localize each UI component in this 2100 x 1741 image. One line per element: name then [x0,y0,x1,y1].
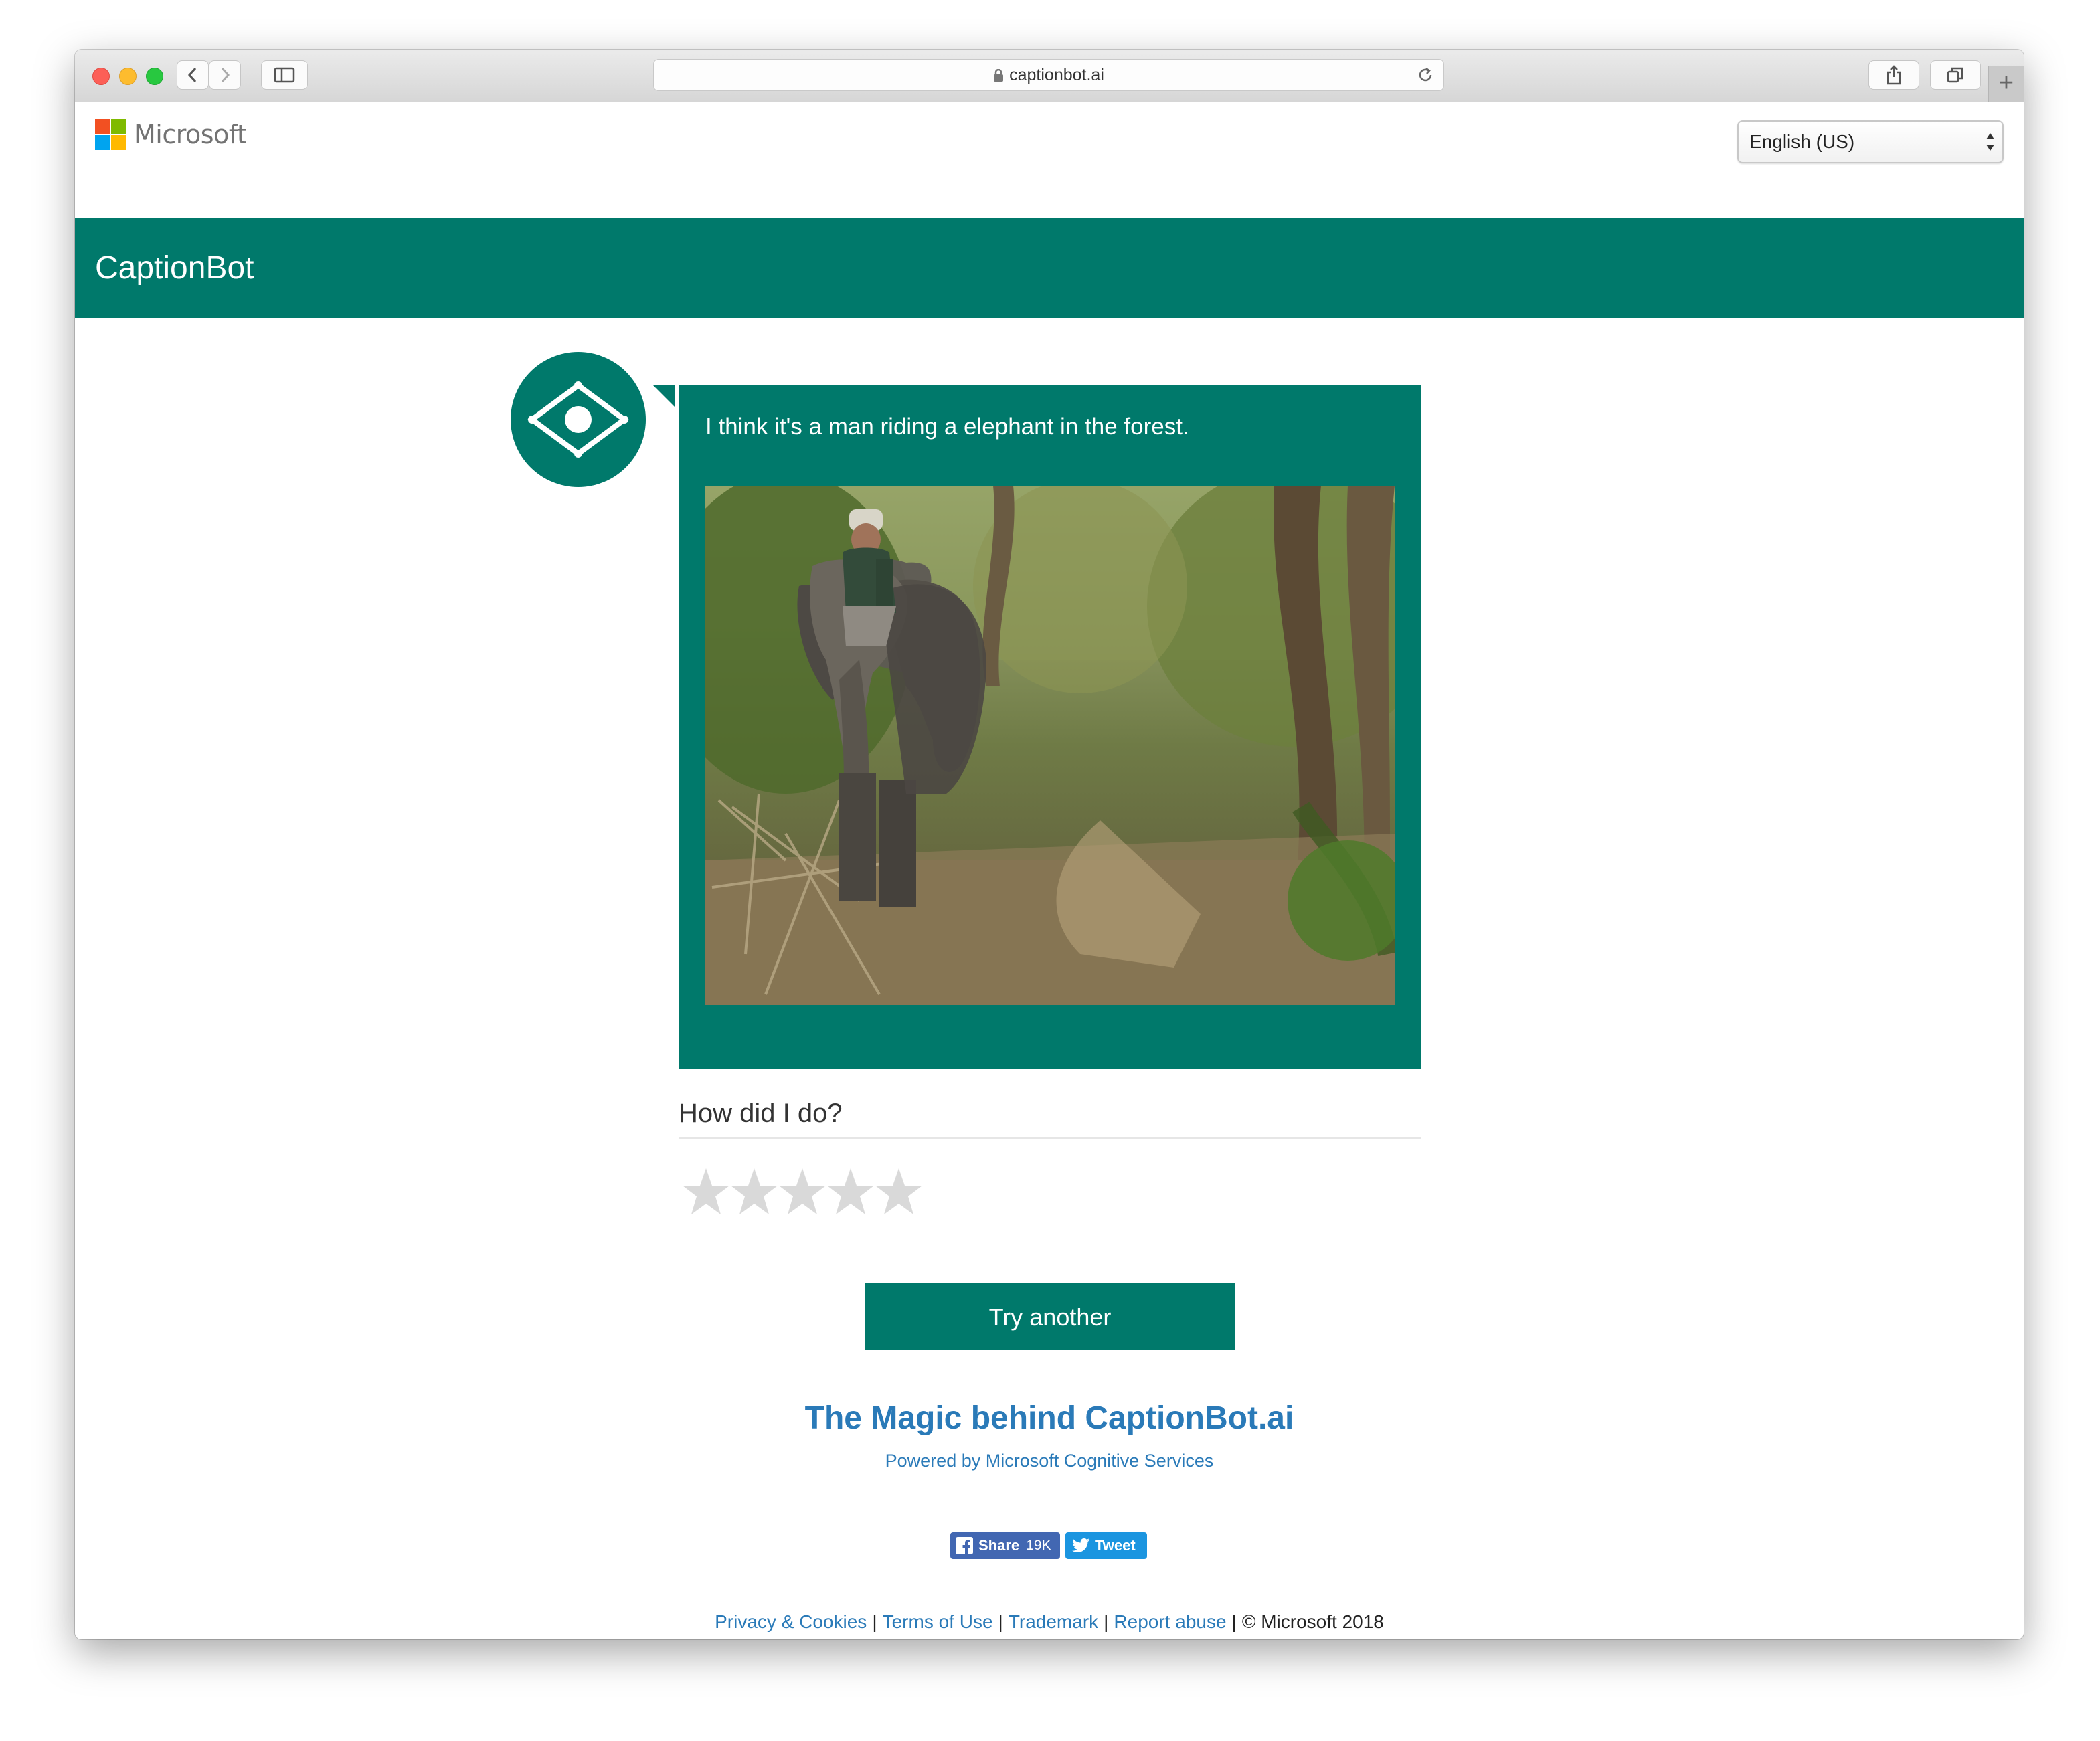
page-content: Microsoft English (US) CaptionBot I thin… [75,102,2024,1639]
magic-heading-link[interactable]: The Magic behind CaptionBot.ai [75,1400,2024,1437]
language-select[interactable]: English (US) [1737,120,2004,163]
speech-bubble-tail [653,385,675,407]
browser-toolbar: captionbot.ai + [75,50,2024,103]
chevron-left-icon [187,67,197,83]
new-tab-button[interactable]: + [1988,66,2024,102]
star-4-icon[interactable] [827,1166,874,1218]
elephant-photo-image [705,486,1395,1005]
footer-separator: | [1231,1611,1237,1632]
page-footer: Privacy & Cookies | Terms of Use | Trademark… [75,1611,2024,1633]
feedback-prompt: How did I do? [679,1099,843,1128]
footer-separator: | [872,1611,877,1632]
analyzed-photo [705,486,1395,1005]
back-button[interactable] [177,60,209,90]
tabs-overview-button[interactable] [1930,60,1981,90]
twitter-bird-icon [1072,1538,1089,1552]
try-another-button[interactable]: Try another [865,1283,1235,1350]
sidebar-toggle-button[interactable] [261,60,308,90]
facebook-share-count: 19K [1026,1538,1051,1553]
select-arrows-icon [1986,133,1994,151]
share-icon [1887,65,1901,85]
powered-by-link[interactable]: Powered by Microsoft Cognitive Services [75,1451,2024,1471]
reload-icon[interactable] [1417,66,1434,84]
app-title: CaptionBot [95,250,254,286]
facebook-icon [956,1537,973,1554]
social-share-row: Share 19K Tweet [950,1532,1147,1559]
close-window-button[interactable] [92,68,110,85]
language-selected-value: English (US) [1749,131,1855,152]
address-bar[interactable]: captionbot.ai [653,59,1444,91]
star-3-icon[interactable] [779,1166,826,1218]
lock-icon [994,69,1004,82]
copyright-text: © Microsoft 2018 [1241,1611,1384,1632]
twitter-tweet-label: Tweet [1095,1537,1136,1554]
captionbot-avatar [511,352,646,487]
caption-card: I think it's a man riding a elephant in … [679,385,1421,1069]
minimize-window-button[interactable] [119,68,137,85]
zoom-window-button[interactable] [146,68,163,85]
trademark-link[interactable]: Trademark [1009,1611,1098,1632]
sidebar-icon [274,67,295,83]
chevron-right-icon [221,67,230,83]
twitter-tweet-button[interactable]: Tweet [1065,1532,1147,1559]
rating-stars[interactable] [683,1166,924,1218]
microsoft-logo-icon [95,119,126,150]
star-1-icon[interactable] [683,1166,729,1218]
url-text: captionbot.ai [1009,66,1104,84]
star-2-icon[interactable] [731,1166,778,1218]
divider [679,1137,1421,1139]
microsoft-wordmark: Microsoft [134,120,247,149]
facebook-share-button[interactable]: Share 19K [950,1532,1060,1559]
caption-text: I think it's a man riding a elephant in … [705,414,1189,440]
forward-button[interactable] [209,60,241,90]
footer-separator: | [998,1611,1003,1632]
browser-window: captionbot.ai + Microsoft English (US) C… [75,50,2024,1639]
footer-separator: | [1104,1611,1109,1632]
facebook-share-label: Share [978,1537,1020,1554]
star-5-icon[interactable] [875,1166,922,1218]
terms-of-use-link[interactable]: Terms of Use [883,1611,993,1632]
tabs-icon [1947,67,1963,83]
report-abuse-link[interactable]: Report abuse [1114,1611,1226,1632]
eye-diamond-icon [511,353,645,486]
share-button[interactable] [1868,60,1919,90]
privacy-cookies-link[interactable]: Privacy & Cookies [715,1611,867,1632]
microsoft-logo[interactable]: Microsoft [95,119,247,150]
header-banner: CaptionBot [75,218,2024,318]
